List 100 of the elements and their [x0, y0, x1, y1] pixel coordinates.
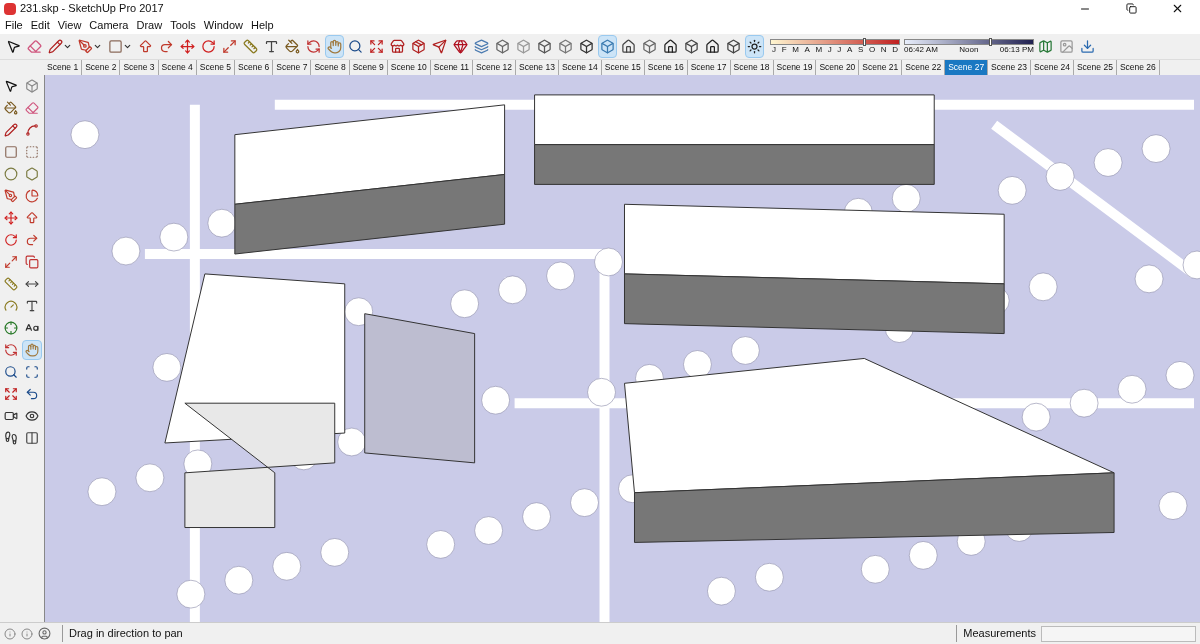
status-message: Drag in direction to pan [62, 625, 183, 642]
menu-item[interactable]: Camera [86, 17, 132, 34]
hexagon-icon [25, 167, 39, 181]
push-pull-icon [25, 211, 39, 225]
hand-icon [327, 39, 342, 54]
measurements-field[interactable] [1041, 625, 1196, 642]
hand-icon [25, 343, 39, 357]
month-label: O [868, 45, 876, 54]
warehouse-icon [390, 39, 405, 54]
rectangle-icon [25, 145, 39, 159]
pie-icon [25, 189, 39, 203]
month-label: J [827, 45, 832, 54]
menu-item[interactable]: Edit [27, 17, 53, 34]
protractor-icon [4, 299, 18, 313]
menu-item[interactable]: Draw [133, 17, 166, 34]
tool-button[interactable] [745, 35, 764, 58]
box-icon [684, 39, 699, 54]
scale-icon [222, 39, 237, 54]
send-icon [432, 39, 447, 54]
time-label: 06:13 PM [999, 45, 1034, 54]
user-icon[interactable] [38, 627, 51, 640]
box-icon [495, 39, 510, 54]
month-label: S [857, 45, 864, 54]
image-icon [1059, 39, 1074, 54]
box-icon [642, 39, 657, 54]
box-icon [516, 39, 531, 54]
text-icon [25, 299, 39, 313]
follow-me-icon [159, 39, 174, 54]
orbit-icon [4, 343, 18, 357]
menu-item[interactable]: Help [247, 17, 277, 34]
previous-view-icon [25, 387, 39, 401]
rectangle-icon [4, 145, 18, 159]
scene-tab[interactable]: Scene 27 [945, 60, 989, 75]
caret-icon [93, 42, 102, 51]
box-icon [579, 39, 594, 54]
caret-icon [63, 42, 72, 51]
app-logo-icon [4, 2, 16, 15]
slider-track[interactable] [904, 39, 1034, 45]
camera-icon [4, 409, 18, 423]
zoom-icon [4, 365, 18, 379]
pencil-icon [4, 123, 18, 137]
month-label: F [781, 45, 787, 54]
tape-measure-icon [4, 277, 18, 291]
circle-icon [4, 167, 18, 181]
follow-me-icon [25, 233, 39, 247]
month-label: A [846, 45, 853, 54]
eraser-icon [27, 39, 42, 54]
eraser-icon [25, 101, 39, 115]
measurements-label: Measurements [956, 625, 1036, 642]
layers-icon [474, 39, 489, 54]
paint-bucket-icon [4, 101, 18, 115]
paint-bucket-icon [285, 39, 300, 54]
scale-icon [4, 255, 18, 269]
box-icon [726, 39, 741, 54]
menu-item[interactable]: File [2, 17, 26, 34]
caret-icon [123, 42, 132, 51]
house-icon [663, 39, 678, 54]
restore-icon [1125, 3, 1137, 14]
month-label: M [815, 45, 823, 54]
package-icon [411, 39, 426, 54]
section-plane-icon [25, 431, 39, 445]
rotate-icon [4, 233, 18, 247]
time-label: 06:42 AM [904, 45, 938, 54]
month-label: N [880, 45, 887, 54]
curve-icon [25, 123, 39, 137]
slider-thumb[interactable] [863, 38, 867, 46]
map-icon [1038, 39, 1053, 54]
month-label: M [792, 45, 799, 54]
scene-tab[interactable]: Scene 23 [988, 60, 1032, 75]
tape-measure-icon [243, 39, 258, 54]
rectangle-icon [108, 39, 123, 54]
menu-item[interactable]: View [54, 17, 85, 34]
axes-icon [4, 321, 18, 335]
month-label: J [837, 45, 842, 54]
month-label: A [804, 45, 810, 54]
move-icon [180, 39, 195, 54]
menu-item[interactable]: Window [200, 17, 246, 34]
slider-track[interactable] [770, 39, 900, 45]
eye-icon [25, 409, 39, 423]
scene-tab[interactable]: Scene 24 [1031, 60, 1074, 75]
slider-thumb[interactable] [989, 38, 993, 46]
menu-item[interactable]: Tools [167, 17, 199, 34]
offset-icon [25, 255, 39, 269]
scene-tab[interactable]: Scene 21 [859, 60, 903, 75]
month-label: J [772, 45, 776, 54]
box-icon [537, 39, 552, 54]
house-icon [621, 39, 636, 54]
push-pull-icon [138, 39, 153, 54]
text-icon [264, 39, 279, 54]
pointer-icon [4, 79, 18, 93]
scene-tab[interactable]: Scene 22 [902, 60, 946, 75]
scene-tab[interactable]: Scene 7 [273, 60, 312, 75]
orbit-icon [306, 39, 321, 54]
scene-tab[interactable]: Scene 2 [82, 60, 121, 75]
window-title: 231.skp - SketchUp Pro 2017 [20, 1, 164, 17]
scene-tab[interactable]: Scene 1 [44, 60, 83, 75]
scene-tab[interactable]: Scene 12 [473, 60, 516, 75]
box-icon [25, 79, 39, 93]
scene-tab[interactable]: Scene 6 [235, 60, 274, 75]
box-icon [558, 39, 573, 54]
